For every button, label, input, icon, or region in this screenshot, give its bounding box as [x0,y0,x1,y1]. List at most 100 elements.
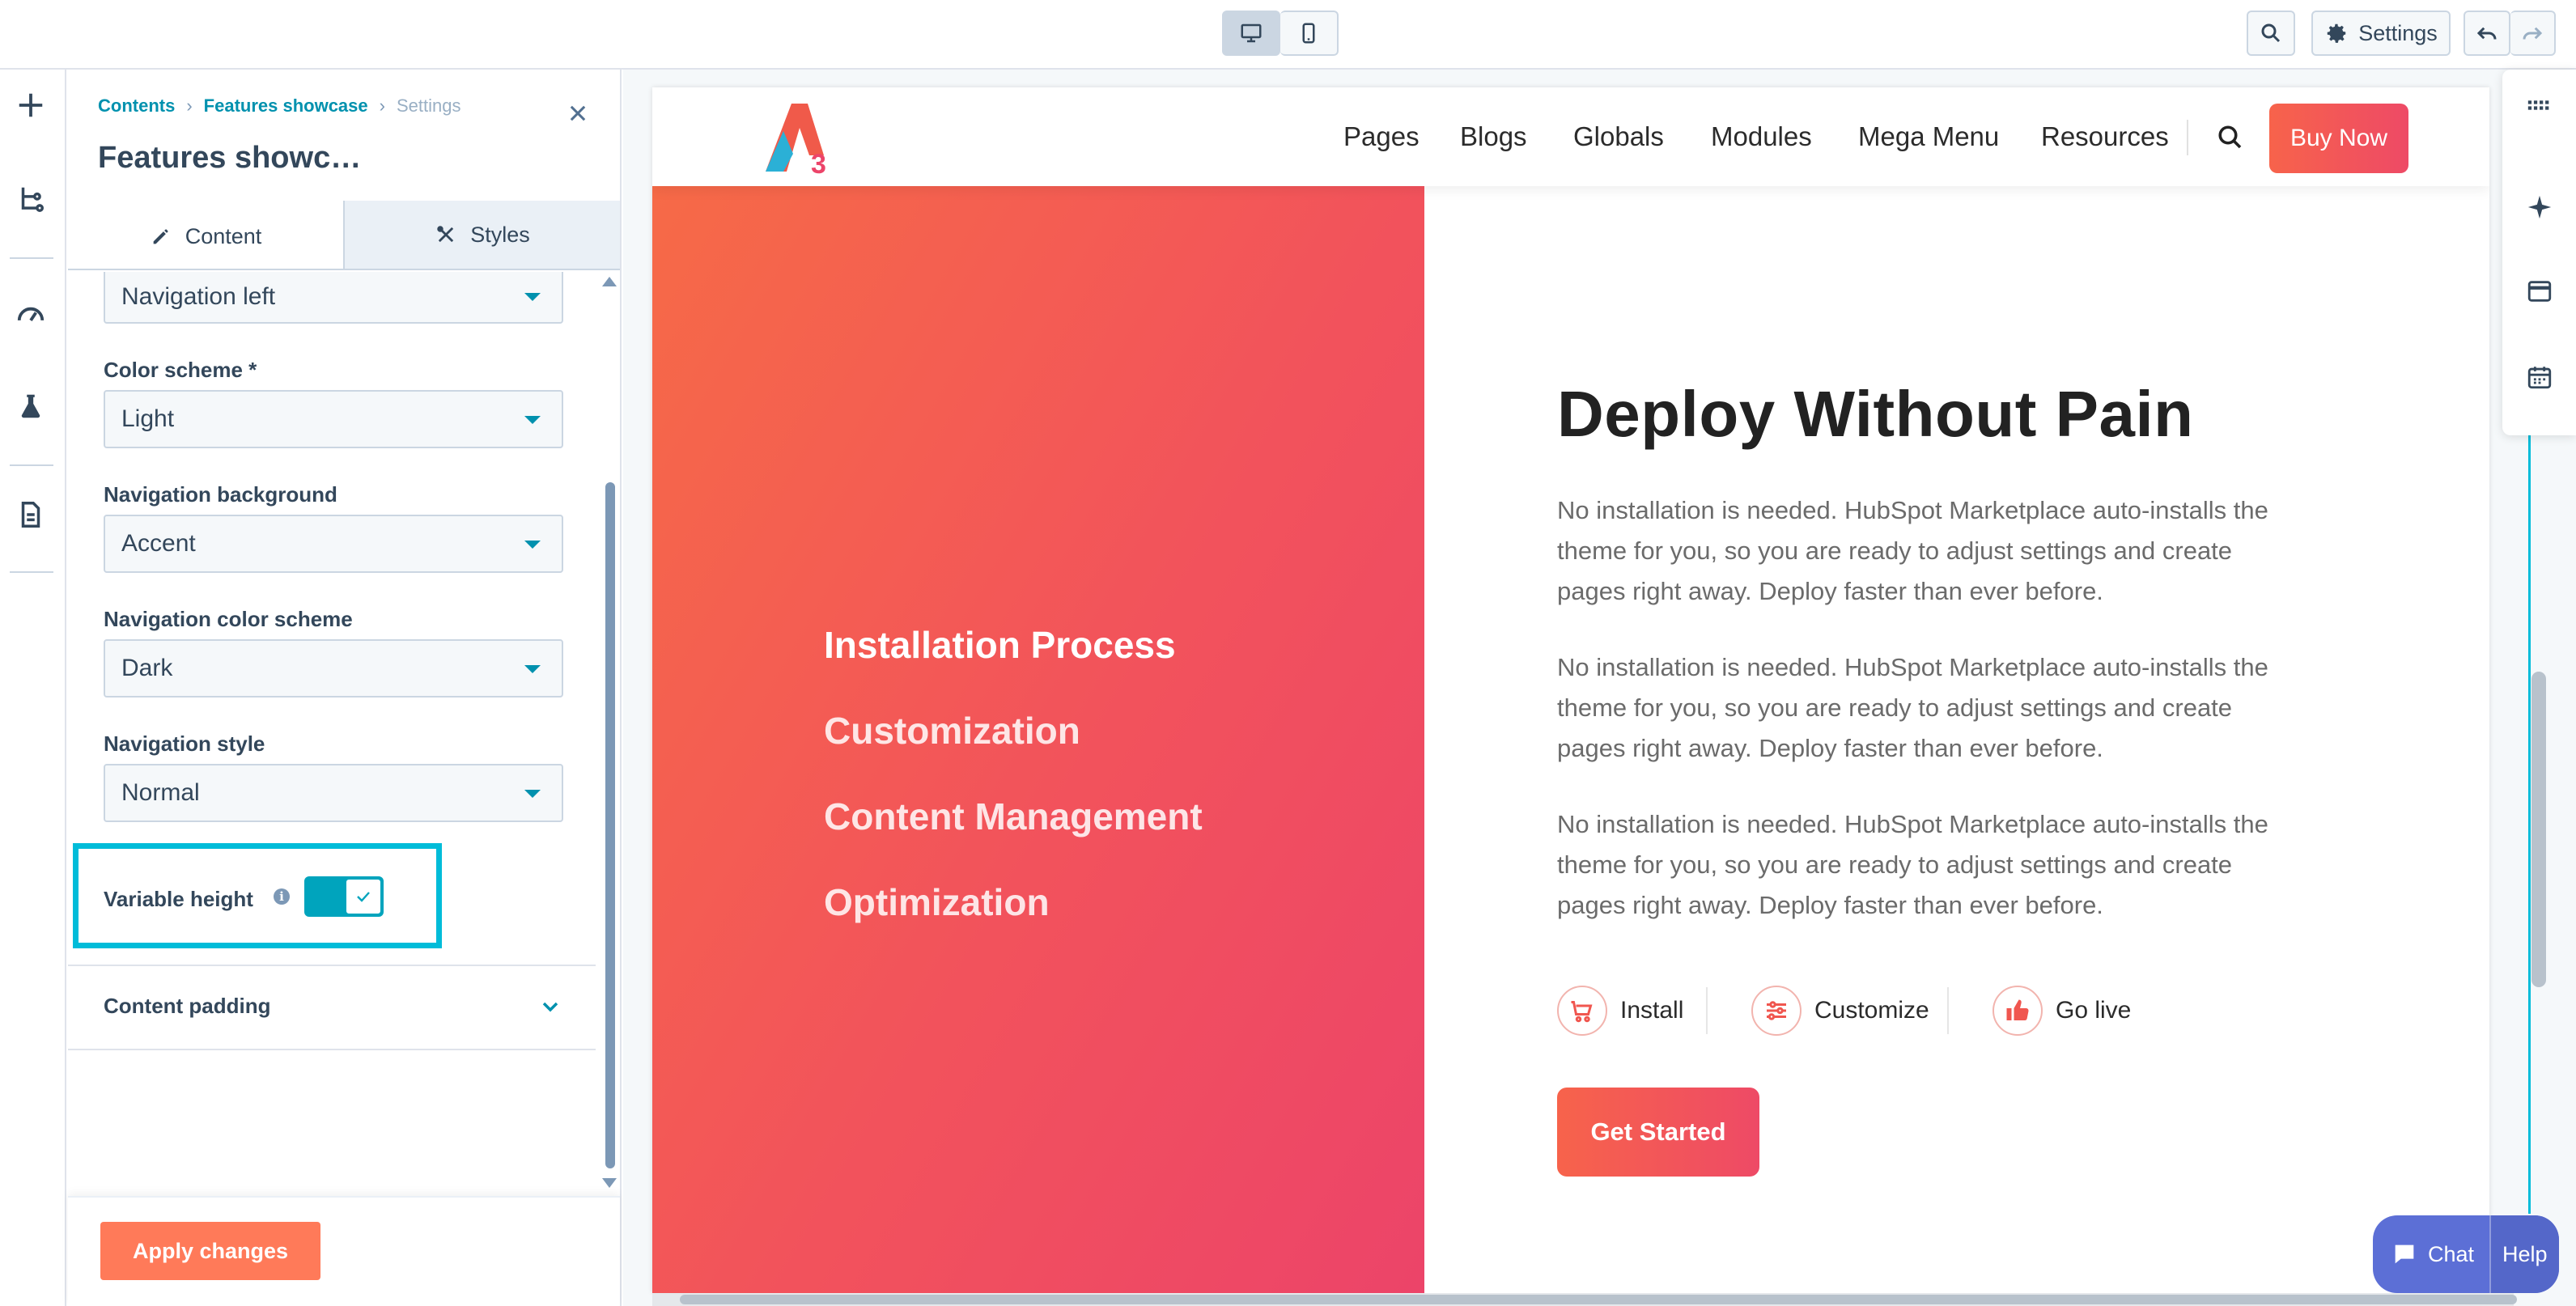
tab-styles-label: Styles [470,222,530,247]
action-install-label: Install [1620,997,1684,1024]
settings-button[interactable]: Settings [2311,11,2451,56]
right-tool-strip [2502,70,2576,435]
action-divider [1947,987,1949,1034]
chevron-down-icon [524,790,541,798]
feature-installation-process[interactable]: Installation Process [824,623,1176,667]
color-scheme-label: Color scheme * [104,358,257,382]
buy-now-button[interactable]: Buy Now [2269,104,2408,173]
help-label: Help [2502,1241,2548,1266]
tree-icon[interactable] [13,181,49,217]
flask-icon[interactable] [13,388,49,424]
checkmark-icon [357,892,370,902]
nav-globals[interactable]: Globals [1573,121,1664,152]
grid-icon[interactable] [2523,89,2556,121]
cart-icon [1557,986,1607,1036]
nav-color-scheme-select[interactable]: Dark [104,639,563,698]
nav-modules[interactable]: Modules [1711,121,1812,152]
feature-paragraph: No installation is needed. HubSpot Marke… [1557,810,2268,919]
site-logo[interactable]: 3 [759,99,840,176]
browser-window-icon[interactable] [2523,275,2556,307]
get-started-button[interactable]: Get Started [1557,1088,1759,1177]
chevron-down-icon [524,416,541,424]
rail-divider [10,464,53,466]
speedometer-icon[interactable] [13,296,49,332]
action-install[interactable]: Install [1557,986,1683,1036]
feature-headline: Deploy Without Pain [1557,378,2194,450]
layout-select[interactable]: Navigation left [104,272,563,324]
styles-icon [437,226,454,243]
left-icon-rail [0,70,66,1306]
add-icon[interactable] [13,87,49,123]
chat-label: Chat [2428,1241,2475,1266]
preview-vertical-scrollbar[interactable] [2531,672,2546,987]
panel-footer: Apply changes [68,1196,620,1306]
toggle-knob [345,878,382,915]
calendar-icon[interactable] [2523,361,2556,393]
panel-title: Features showc… [98,141,362,175]
section-divider [68,965,596,966]
action-go-live-label: Go live [2056,997,2132,1024]
color-scheme-select[interactable]: Light [104,390,563,448]
feature-customization[interactable]: Customization [824,709,1080,753]
help-button[interactable]: Help [2489,1215,2559,1293]
scroll-up-arrow[interactable] [602,277,617,286]
settings-panel: Contents › Features showcase › Settings … [68,70,622,1306]
undo-icon [2476,27,2497,40]
rail-divider [10,257,53,259]
feature-content-management[interactable]: Content Management [824,795,1203,838]
info-icon[interactable]: i [274,888,290,905]
chevron-down-icon [542,1002,558,1012]
tab-content[interactable]: Content [68,201,343,269]
rail-divider [10,571,53,573]
breadcrumb-separator: › [186,95,193,116]
scroll-down-arrow[interactable] [602,1178,617,1188]
breadcrumb-settings: Settings [396,95,461,116]
feature-optimization[interactable]: Optimization [824,880,1050,924]
mobile-preview-button[interactable] [1280,11,1339,56]
breadcrumb: Contents › Features showcase › Settings [98,95,460,117]
search-icon [2261,23,2281,43]
chevron-down-icon [524,541,541,549]
nav-background-label: Navigation background [104,482,337,507]
search-button[interactable] [2247,11,2295,56]
chat-button[interactable]: Chat [2373,1215,2489,1293]
nav-color-scheme-value: Dark [121,655,173,681]
content-padding-expand[interactable] [537,994,563,1020]
nav-pages[interactable]: Pages [1343,121,1420,152]
action-customize-label: Customize [1814,997,1929,1024]
panel-scrollbar[interactable] [605,482,615,1168]
preview-horizontal-scrollbar[interactable] [680,1295,2517,1304]
desktop-icon [1241,23,1262,43]
chat-bubble-icon [2395,1245,2414,1264]
nav-color-scheme-label: Navigation color scheme [104,607,353,631]
site-header: 3 Pages Blogs Globals Modules Mega Menu … [652,87,2489,186]
close-icon [570,105,586,121]
action-customize[interactable]: Customize [1751,986,1929,1036]
variable-height-label: Variable height [104,887,253,911]
breadcrumb-contents[interactable]: Contents [98,95,175,117]
breadcrumb-features-showcase[interactable]: Features showcase [204,95,368,117]
tab-styles[interactable]: Styles [343,201,620,269]
nav-mega-menu[interactable]: Mega Menu [1858,121,1999,152]
search-icon[interactable] [2216,123,2245,152]
feature-paragraph: No installation is needed. HubSpot Marke… [1557,496,2268,605]
nav-style-select[interactable]: Normal [104,764,563,822]
chat-widget[interactable]: Chat Help [2373,1215,2559,1293]
undo-button[interactable] [2464,11,2510,56]
action-go-live[interactable]: Go live [1992,986,2131,1036]
apply-changes-button[interactable]: Apply changes [100,1222,320,1280]
page-icon[interactable] [13,497,49,532]
section-divider [68,1049,596,1050]
nav-background-select[interactable]: Accent [104,515,563,573]
redo-icon [2523,27,2543,40]
close-panel-button[interactable] [562,97,594,129]
mobile-icon [1302,23,1315,44]
site-preview: 3 Pages Blogs Globals Modules Mega Menu … [652,87,2489,1293]
redo-button[interactable] [2510,11,2556,56]
thumbs-up-icon [1992,986,2043,1036]
variable-height-toggle[interactable] [304,876,384,917]
nav-blogs[interactable]: Blogs [1460,121,1527,152]
nav-resources[interactable]: Resources [2041,121,2169,152]
sparkle-icon[interactable] [2523,191,2556,223]
desktop-preview-button[interactable] [1222,11,1280,56]
